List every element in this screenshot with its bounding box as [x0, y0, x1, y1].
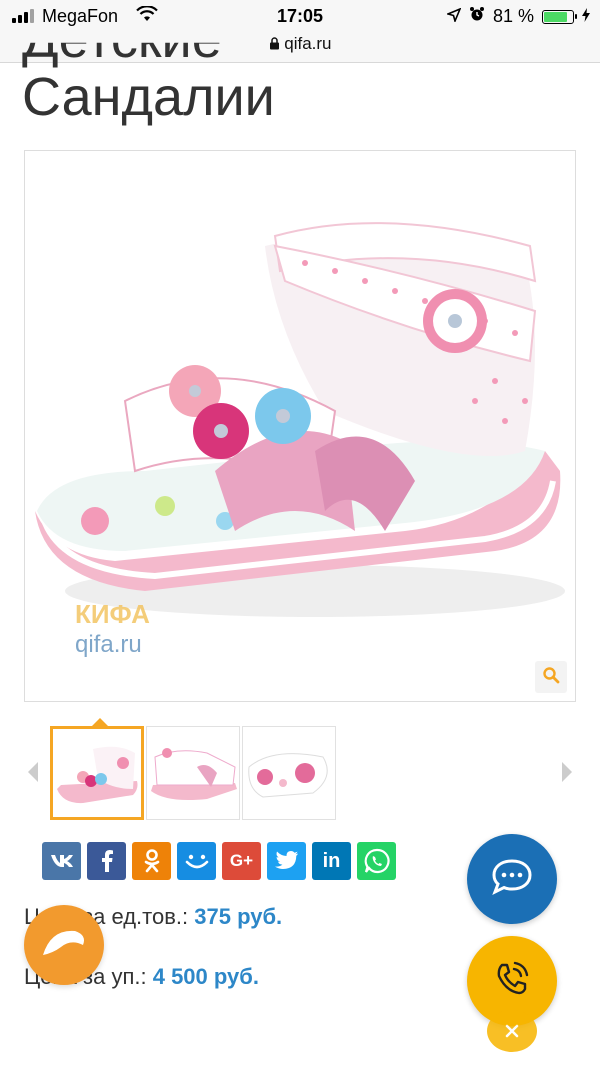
social-share-bar: G+ in: [42, 842, 396, 880]
twitter-icon: [274, 851, 299, 871]
odnoklassniki-share-button[interactable]: [132, 842, 171, 880]
pack-price-value: 4 500 руб.: [152, 964, 259, 989]
thumbnail-1[interactable]: [50, 726, 144, 820]
watermark-brand: КИФА: [75, 599, 150, 629]
search-icon: [542, 666, 560, 689]
unit-price-value: 375 руб.: [194, 904, 283, 929]
odnoklassniki-icon: [144, 849, 160, 873]
watermark-url: qifa.ru: [75, 631, 142, 658]
twitter-share-button[interactable]: [267, 842, 306, 880]
thumbnail-2[interactable]: [146, 726, 240, 820]
charging-icon: [582, 6, 590, 27]
carousel-prev-arrow[interactable]: [28, 762, 38, 782]
zoom-button[interactable]: [535, 661, 567, 693]
leaf-icon: [41, 925, 87, 966]
googleplus-share-button[interactable]: G+: [222, 842, 261, 880]
chat-button[interactable]: [467, 834, 557, 924]
thumbnail-3[interactable]: [242, 726, 336, 820]
close-icon: [505, 1018, 519, 1044]
facebook-icon: [101, 850, 113, 872]
left-floating-button[interactable]: [24, 905, 104, 985]
googleplus-icon: G+: [229, 851, 254, 870]
moimir-icon: [185, 853, 209, 869]
lock-icon: [269, 34, 285, 53]
chat-bubble-icon: [490, 857, 534, 902]
page-url: qifa.ru: [284, 34, 332, 53]
close-button[interactable]: [487, 1010, 537, 1052]
phone-call-icon: [492, 959, 532, 1004]
linkedin-icon: in: [322, 849, 341, 872]
carousel-next-arrow[interactable]: [562, 762, 572, 782]
product-main-image[interactable]: КИФА qifa.ru: [24, 150, 576, 702]
battery-icon: [542, 9, 577, 24]
thumbnail-carousel: [24, 718, 576, 822]
active-thumb-caret: [92, 718, 108, 726]
facebook-share-button[interactable]: [87, 842, 126, 880]
battery-percent: 81 %: [492, 6, 534, 26]
vk-icon: [50, 854, 74, 868]
moimir-share-button[interactable]: [177, 842, 216, 880]
vk-share-button[interactable]: [42, 842, 81, 880]
whatsapp-share-button[interactable]: [357, 842, 396, 880]
whatsapp-icon: [364, 848, 390, 874]
alarm-icon: [469, 6, 485, 27]
linkedin-share-button[interactable]: in: [312, 842, 351, 880]
location-arrow-icon: [445, 6, 462, 27]
page-title: Сандалии: [22, 67, 275, 127]
